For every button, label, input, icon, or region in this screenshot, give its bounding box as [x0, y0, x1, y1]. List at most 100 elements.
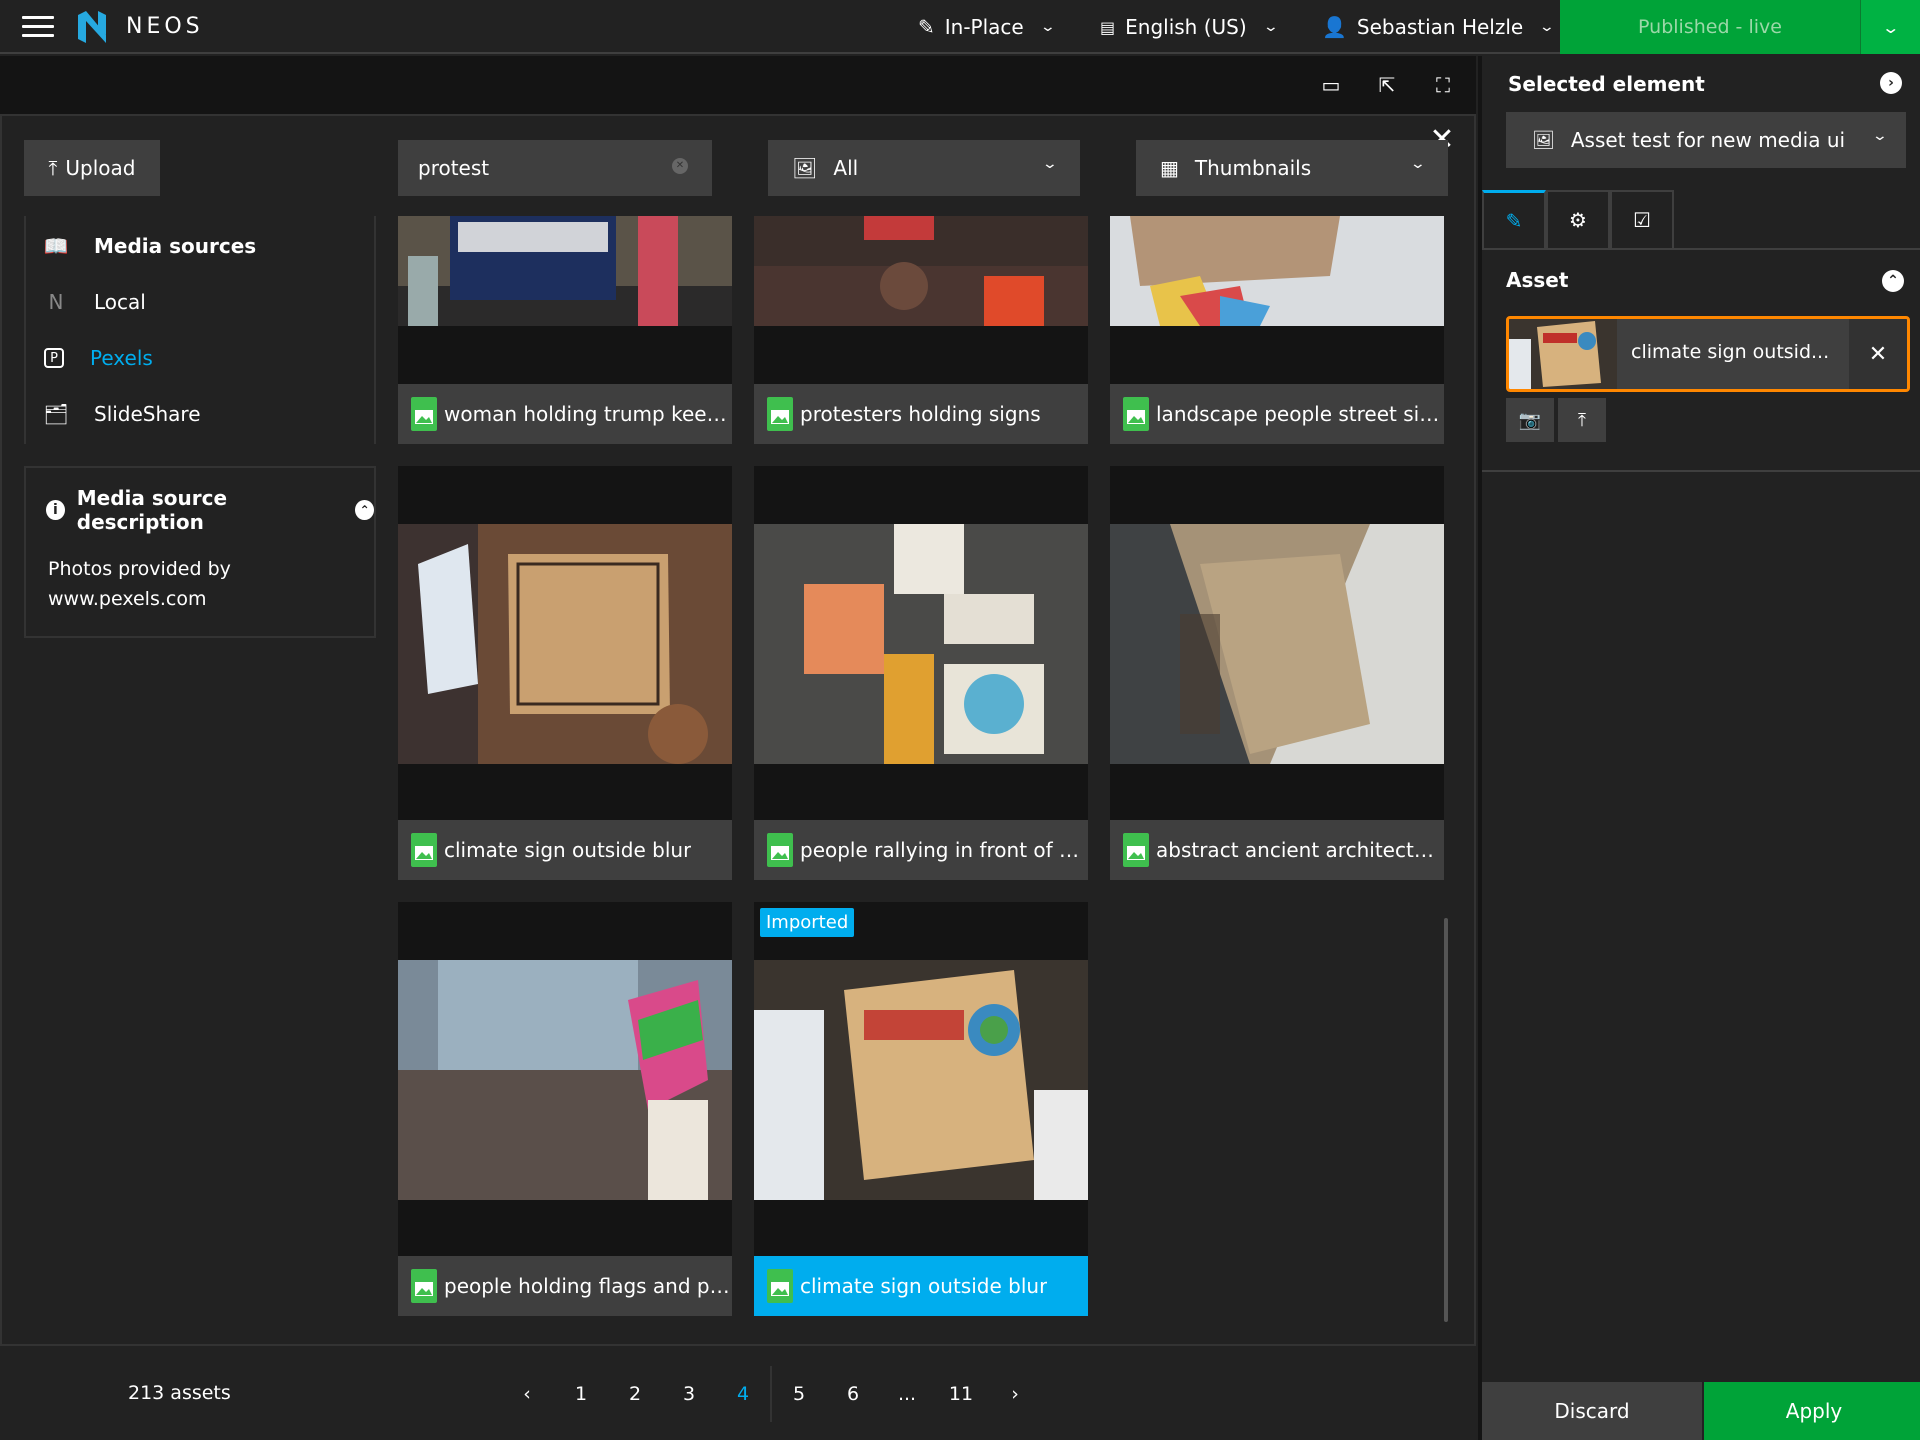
asset-thumbnail — [398, 960, 732, 1200]
clear-search-icon[interactable]: ✕ — [672, 158, 688, 174]
inspector-divider — [1482, 470, 1920, 472]
asset-type-filter[interactable]: 🖼 All ⌄ — [768, 140, 1080, 196]
collapse-icon: ⌃ — [355, 500, 374, 520]
property-group-title[interactable]: Asset — [1506, 268, 1568, 292]
filter-value: All — [833, 156, 859, 180]
media-footer: 213 assets ‹ 1 2 3 4 5 6 ... 11 › — [0, 1344, 1476, 1440]
asset-thumbnail — [1110, 216, 1444, 326]
content-toolbar: ▭ ⇱ ⛶ — [0, 56, 1476, 114]
tabs-divider — [1482, 248, 1920, 250]
media-source-label: SlideShare — [94, 402, 201, 426]
search-input[interactable]: protest ✕ — [398, 140, 712, 196]
upload-asset-button[interactable]: ⤒ — [1558, 398, 1606, 442]
remove-asset-icon[interactable]: ✕ — [1849, 319, 1907, 389]
asset-card[interactable]: people holding flags and po... — [398, 902, 732, 1316]
asset-thumbnail — [398, 216, 732, 326]
image-file-icon — [767, 397, 793, 431]
language-selector[interactable]: ▤ English (US) ⌄ — [1100, 0, 1279, 54]
chevron-down-icon: ⌄ — [1409, 156, 1427, 172]
asset-caption: climate sign outside blur — [398, 820, 732, 880]
asset-card[interactable]: woman holding trump keep... — [398, 216, 732, 444]
chevron-down-icon: ⌄ — [1041, 156, 1059, 172]
media-source-slideshare[interactable]: 🗂 SlideShare — [43, 394, 201, 434]
edit-mode-selector[interactable]: ✎ In-Place ⌄ — [918, 0, 1056, 54]
image-file-icon — [767, 833, 793, 867]
asset-card[interactable]: Imported climate sign outside blur — [754, 902, 1088, 1316]
collapse-group-icon[interactable]: ⌃ — [1882, 270, 1904, 292]
page-link[interactable]: 11 — [934, 1383, 988, 1405]
edit-mode-label: In-Place — [944, 15, 1024, 39]
upload-label: Upload — [65, 156, 136, 180]
page-link[interactable]: 1 — [554, 1383, 608, 1405]
media-source-local[interactable]: Ν Local — [44, 282, 146, 322]
chevron-down-icon: ⌄ — [1262, 19, 1279, 35]
open-external-icon[interactable]: ⇱ — [1374, 72, 1400, 98]
asset-thumbnail — [398, 524, 732, 764]
chevron-down-icon: ⌄ — [1881, 17, 1900, 37]
asset-caption: woman holding trump keep... — [398, 384, 732, 444]
image-file-icon — [767, 1269, 793, 1303]
tab-settings[interactable]: ⚙ — [1546, 190, 1610, 248]
media-sources-header: 📖 Media sources — [43, 226, 257, 266]
discard-button[interactable]: Discard — [1482, 1382, 1702, 1440]
asset-card[interactable]: landscape people street sign — [1110, 216, 1444, 444]
apply-button[interactable]: Apply — [1704, 1382, 1920, 1440]
upload-button[interactable]: ⤒ Upload — [24, 140, 160, 196]
view-mode-selector[interactable]: ▦ Thumbnails ⌄ — [1136, 140, 1448, 196]
inspector-title: Selected element — [1508, 72, 1705, 96]
page-ellipsis: ... — [897, 1383, 917, 1405]
asset-thumbnail — [754, 216, 1088, 326]
publish-dropdown-button[interactable]: ⌄ — [1860, 0, 1920, 54]
user-name: Sebastian Helzle — [1356, 15, 1524, 39]
prev-page-icon[interactable]: ‹ — [500, 1383, 554, 1405]
page-link[interactable]: 3 — [662, 1383, 716, 1405]
grid-scrollbar[interactable] — [1444, 918, 1448, 1322]
description-header[interactable]: i Media source description ⌃ — [46, 486, 374, 534]
publish-button[interactable]: Published - live — [1560, 0, 1860, 54]
chevron-down-icon: ⌄ — [1538, 19, 1556, 35]
asset-actions: 📷 ⤒ — [1506, 398, 1606, 442]
language-label: English (US) — [1125, 15, 1247, 39]
menu-icon[interactable] — [22, 16, 54, 38]
asset-thumbnail — [754, 524, 1088, 764]
brand-name: NEOS — [126, 14, 204, 39]
tab-meta[interactable]: ☑ — [1610, 190, 1674, 248]
book-icon: 📖 — [43, 234, 69, 258]
description-title: Media source description — [76, 486, 228, 534]
asset-caption: abstract ancient architectur... — [1110, 820, 1444, 880]
selected-asset-thumbnail — [1509, 319, 1617, 389]
upload-icon: ⤒ — [48, 156, 58, 180]
asset-thumbnail — [754, 960, 1088, 1200]
asset-card[interactable]: abstract ancient architectur... — [1110, 466, 1444, 880]
camera-icon: 📷 — [1518, 409, 1542, 431]
user-menu[interactable]: 👤 Sebastian Helzle ⌄ — [1322, 0, 1556, 54]
node-selector[interactable]: 🖼 Asset test for new media ui ⌄ — [1506, 112, 1906, 168]
next-page-icon[interactable]: › — [988, 1383, 1042, 1405]
user-icon: 👤 — [1322, 15, 1347, 39]
media-browser-button[interactable]: 📷 — [1506, 398, 1554, 442]
search-value: protest — [418, 156, 490, 180]
asset-caption-selected: climate sign outside blur — [754, 1256, 1088, 1316]
page-link[interactable]: 5 — [772, 1383, 826, 1405]
images-icon: 🖼 — [792, 156, 818, 180]
asset-caption: protesters holding signs — [754, 384, 1088, 444]
page-link[interactable]: 6 — [826, 1383, 880, 1405]
asset-thumbnail — [1110, 524, 1444, 764]
asset-card[interactable]: protesters holding signs — [754, 216, 1088, 444]
page-link[interactable]: 2 — [608, 1383, 662, 1405]
tab-content[interactable]: ✎ — [1482, 190, 1546, 248]
chevron-down-icon: ⌄ — [1871, 128, 1889, 144]
image-file-icon — [411, 397, 437, 431]
preview-mode-icon[interactable]: ▭ — [1318, 72, 1344, 98]
asset-editor-field[interactable]: climate sign outsid... ✕ — [1506, 316, 1910, 392]
slideshare-icon: 🗂 — [43, 402, 69, 426]
view-mode-value: Thumbnails — [1194, 156, 1312, 180]
collapse-inspector-icon[interactable]: › — [1880, 72, 1902, 94]
top-bar: NEOS ✎ In-Place ⌄ ▤ English (US) ⌄ 👤 Seb… — [0, 0, 1920, 54]
fullscreen-icon[interactable]: ⛶ — [1430, 72, 1456, 98]
page-link-current[interactable]: 4 — [716, 1383, 770, 1405]
asset-card[interactable]: climate sign outside blur — [398, 466, 732, 880]
asset-card[interactable]: people rallying in front of c... — [754, 466, 1088, 880]
media-source-pexels[interactable]: P Pexels — [44, 338, 153, 378]
imported-badge: Imported — [760, 908, 855, 937]
